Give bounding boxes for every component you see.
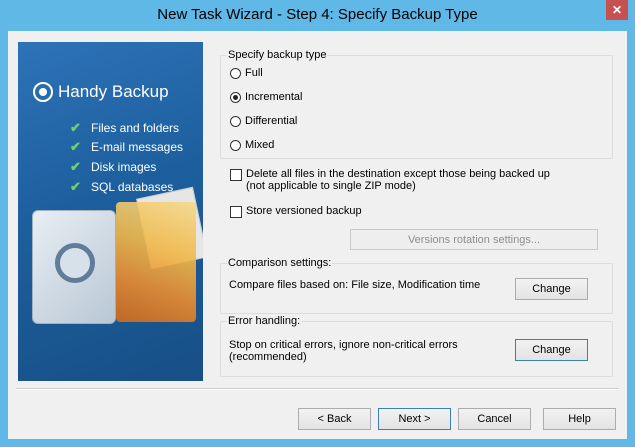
brand-logo: Handy Backup [33, 82, 169, 102]
close-button[interactable]: ✕ [606, 0, 628, 20]
feature-item: ✔ E-mail messages [70, 138, 183, 158]
wizard-client-area: Handy Backup ✔ Files and folders ✔ E-mai… [8, 31, 627, 439]
cancel-button[interactable]: Cancel [458, 408, 531, 430]
comparison-settings-title: Comparison settings: [227, 257, 333, 269]
radio-mixed[interactable]: Mixed [230, 139, 274, 151]
radio-label: Differential [245, 115, 298, 127]
next-button[interactable]: Next > [378, 408, 451, 430]
radio-label: Incremental [245, 91, 303, 103]
comparison-change-button[interactable]: Change [515, 278, 588, 300]
logo-icon [33, 82, 53, 102]
radio-button[interactable] [230, 139, 241, 151]
error-handling-group: Error handling: Stop on critical errors,… [220, 315, 613, 377]
versioned-backup-checkbox-row[interactable]: Store versioned backup [230, 205, 362, 218]
safe-dial-icon [55, 243, 95, 283]
title-bar[interactable]: New Task Wizard - Step 4: Specify Backup… [0, 0, 635, 31]
radio-button[interactable] [230, 91, 241, 103]
close-icon: ✕ [611, 3, 623, 17]
feature-label: Disk images [91, 159, 157, 174]
feature-label: Files and folders [91, 120, 180, 135]
feature-list: ✔ Files and folders ✔ E-mail messages ✔ … [70, 118, 183, 196]
error-handling-text-line2: (recommended) [229, 351, 307, 363]
error-handling-title: Error handling: [227, 315, 302, 327]
brand-name: Handy Backup [58, 82, 169, 101]
backup-type-title: Specify backup type [227, 49, 328, 61]
radio-label: Full [245, 67, 263, 79]
feature-item: ✔ Files and folders [70, 118, 183, 138]
radio-incremental[interactable]: Incremental [230, 91, 302, 103]
checkmark-icon: ✔ [70, 139, 81, 155]
versioned-backup-checkbox[interactable] [230, 206, 242, 218]
feature-label: E-mail messages [91, 140, 184, 155]
checkmark-icon: ✔ [70, 119, 81, 135]
error-handling-text: Stop on critical errors, ignore non-crit… [229, 339, 458, 363]
radio-button[interactable] [230, 115, 241, 127]
side-banner: Handy Backup ✔ Files and folders ✔ E-mai… [18, 42, 203, 381]
backup-type-group: Specify backup type Full Incremental Dif… [220, 49, 613, 159]
delete-files-label-line2: (not applicable to single ZIP mode) [246, 180, 416, 192]
help-button[interactable]: Help [543, 408, 616, 430]
delete-files-checkbox[interactable] [230, 169, 242, 181]
wizard-window: New Task Wizard - Step 4: Specify Backup… [0, 0, 635, 447]
checkmark-icon: ✔ [70, 178, 81, 194]
delete-files-checkbox-row[interactable]: Delete all files in the destination exce… [230, 168, 550, 192]
error-handling-change-button[interactable]: Change [515, 339, 588, 361]
feature-label: SQL databases [91, 179, 174, 194]
checkmark-icon: ✔ [70, 158, 81, 174]
radio-button[interactable] [230, 67, 241, 79]
window-title: New Task Wizard - Step 4: Specify Backup… [157, 6, 478, 23]
versions-rotation-button[interactable]: Versions rotation settings... [350, 229, 598, 250]
error-handling-text-line1: Stop on critical errors, ignore non-crit… [229, 339, 458, 351]
comparison-settings-group: Comparison settings: Compare files based… [220, 257, 613, 314]
comparison-settings-text: Compare files based on: File size, Modif… [229, 279, 481, 291]
versioned-backup-label: Store versioned backup [246, 205, 362, 217]
radio-differential[interactable]: Differential [230, 115, 297, 127]
safe-illustration [32, 210, 116, 324]
delete-files-label: Delete all files in the destination exce… [246, 168, 550, 192]
back-button[interactable]: < Back [298, 408, 371, 430]
radio-label: Mixed [245, 139, 275, 151]
radio-full[interactable]: Full [230, 67, 263, 79]
footer-separator [16, 388, 619, 390]
delete-files-label-line1: Delete all files in the destination exce… [246, 168, 550, 180]
feature-item: ✔ Disk images [70, 157, 183, 177]
folder-illustration [116, 202, 196, 322]
